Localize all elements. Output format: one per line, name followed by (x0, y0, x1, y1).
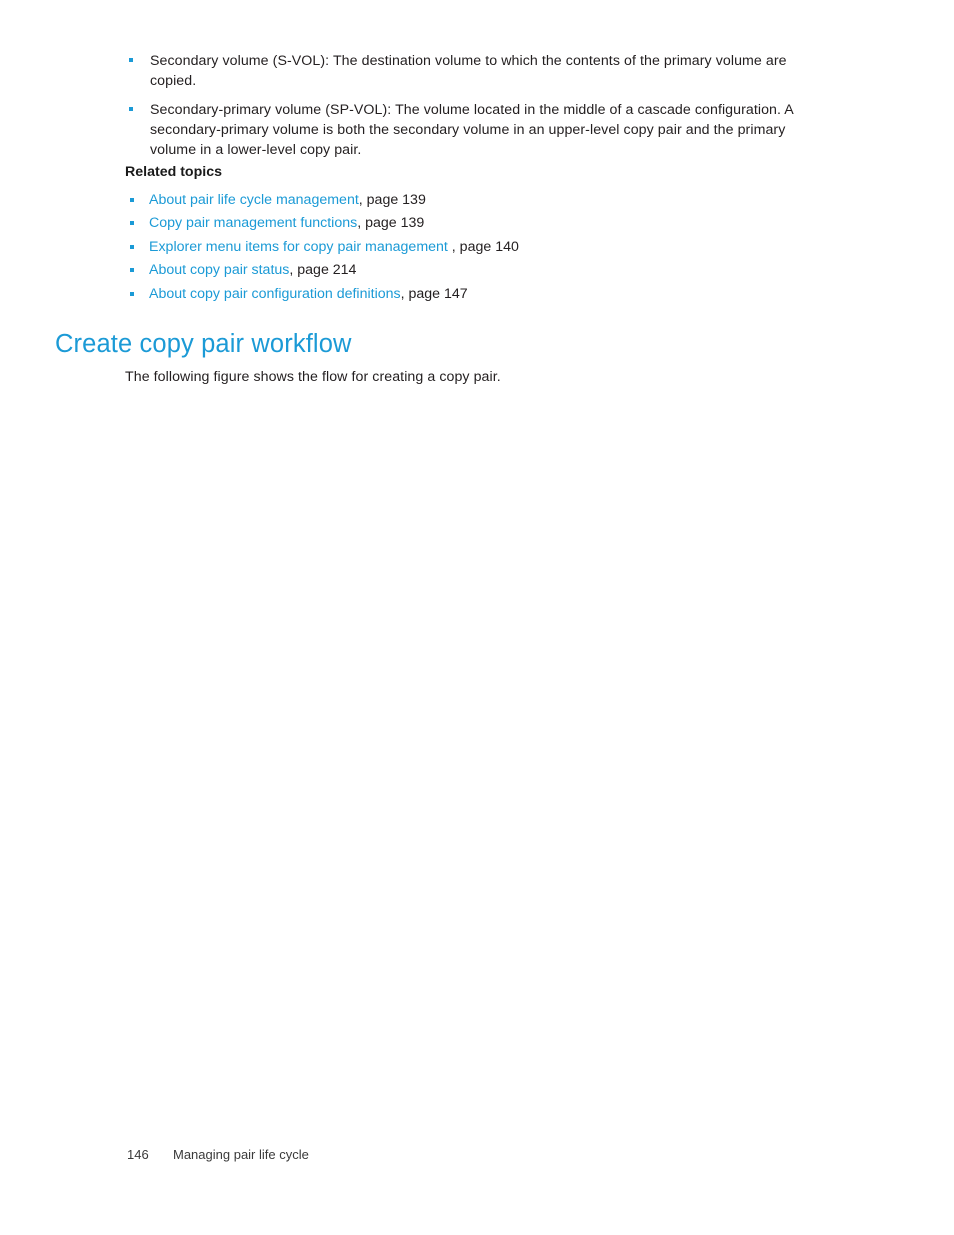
list-item: About copy pair configuration definition… (125, 284, 825, 307)
related-topic-link[interactable]: About copy pair status (149, 262, 289, 278)
square-bullet-icon (129, 107, 133, 111)
list-item: Explorer menu items for copy pair manage… (125, 237, 825, 260)
definition-text: Secondary-primary volume (SP-VOL): The v… (150, 102, 794, 158)
definition-text: Secondary volume (S-VOL): The destinatio… (150, 53, 787, 89)
square-bullet-icon (130, 198, 134, 202)
square-bullet-icon (130, 244, 134, 249)
list-item: Secondary volume (S-VOL): The destinatio… (125, 51, 815, 91)
related-topic-page: , page 214 (289, 262, 357, 279)
related-topic-page: , page 140 (447, 238, 519, 255)
document-page: Secondary volume (S-VOL): The destinatio… (0, 0, 954, 1235)
square-bullet-icon (130, 268, 134, 273)
related-topic-page: , page 147 (400, 285, 468, 302)
related-topics-list: About pair life cycle management, page 1… (125, 190, 825, 307)
square-bullet-icon (130, 221, 134, 226)
square-bullet-icon (130, 291, 134, 296)
list-item: About pair life cycle management, page 1… (125, 190, 825, 213)
volume-definitions-list: Secondary volume (S-VOL): The destinatio… (125, 51, 815, 160)
list-item: About copy pair status, page 214 (125, 260, 825, 283)
square-bullet-icon (129, 58, 133, 62)
related-topic-link[interactable]: Copy pair management functions (149, 215, 357, 231)
footer-chapter-title: Managing pair life cycle (173, 1147, 309, 1162)
list-item: Copy pair management functions, page 139 (125, 213, 825, 236)
footer-page-number: 146 (127, 1147, 149, 1162)
section-intro-paragraph: The following figure shows the flow for … (125, 369, 501, 385)
related-topics-heading: Related topics (125, 164, 222, 180)
page-footer: 146 Managing pair life cycle (127, 1146, 309, 1163)
related-topic-link[interactable]: About pair life cycle management (149, 192, 359, 208)
related-topic-page: , page 139 (357, 215, 425, 232)
related-topic-page: , page 139 (358, 192, 426, 208)
page-title: Create copy pair workflow (55, 330, 352, 358)
list-item: Secondary-primary volume (SP-VOL): The v… (125, 100, 815, 160)
related-topic-link[interactable]: Explorer menu items for copy pair manage… (149, 239, 448, 255)
related-topic-link[interactable]: About copy pair configuration definition… (149, 286, 401, 302)
